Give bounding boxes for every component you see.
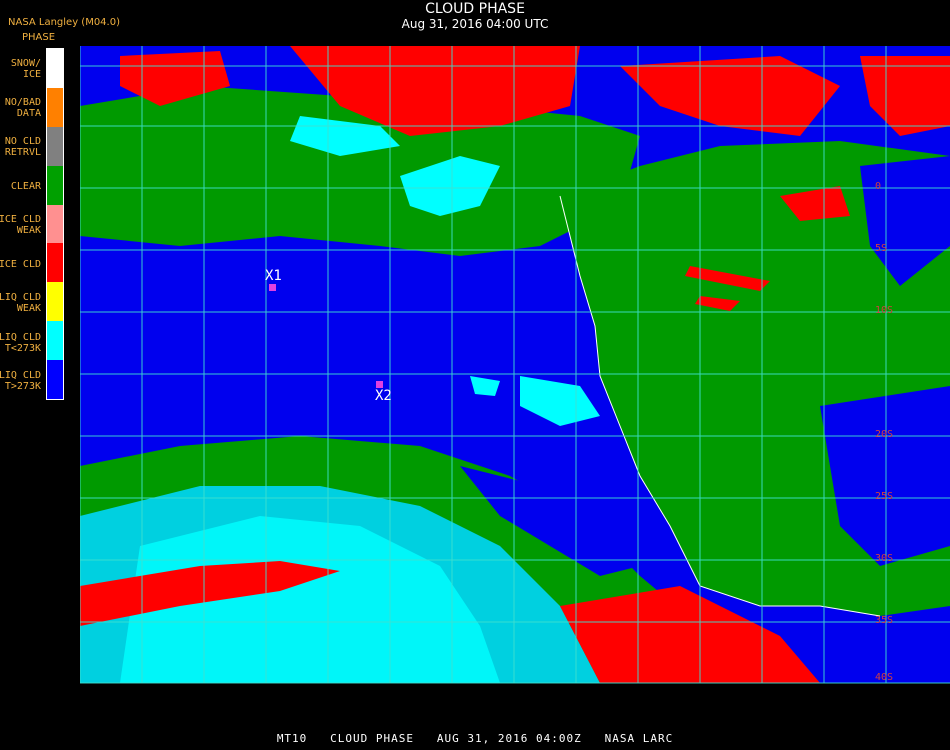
marker-x1-dot: [269, 284, 276, 291]
legend-label-liq-cld-weak: LIQ CLD WEAK: [0, 292, 41, 314]
cloud-phase-map: X1 X2 0 5S 10S 20S 25S 30S 35S 40S: [80, 46, 950, 726]
legend-swatch-2: [47, 126, 63, 166]
legend-title: PHASE: [22, 32, 56, 43]
lat-label-0: 0: [875, 181, 882, 192]
marker-x2-dot: [376, 381, 383, 388]
lat-label-10s: 10S: [875, 305, 894, 316]
lat-label-35s: 35S: [875, 615, 894, 626]
legend-swatch-6: [47, 282, 63, 322]
legend-swatch-1: [47, 87, 63, 127]
legend-swatch-0: [47, 49, 63, 88]
legend-colorbar: [46, 48, 64, 400]
legend-swatch-8: [47, 360, 63, 400]
chart-subtitle: Aug 31, 2016 04:00 UTC: [401, 17, 549, 31]
legend-label-liq-cld-warm: LIQ CLD T>273K: [0, 370, 41, 392]
legend-label-no-cld-retrvl: NO CLD RETRVL: [4, 136, 41, 158]
map-bottom-band: [80, 683, 950, 726]
marker-x2-label: X2: [375, 388, 392, 404]
lat-label-5s: 5S: [875, 243, 888, 254]
footer-caption: MT10 CLOUD PHASE AUG 31, 2016 04:00Z NAS…: [276, 732, 674, 745]
map-svg: [80, 46, 950, 726]
legend-swatch-7: [47, 321, 63, 361]
legend-label-clear: CLEAR: [10, 181, 41, 192]
legend-label-snow-ice: SNOW/ ICE: [10, 58, 41, 80]
legend-label-liq-cld-cold: LIQ CLD T<273K: [0, 332, 41, 354]
legend-swatch-5: [47, 243, 63, 283]
legend-label-ice-cld: ICE CLD: [0, 259, 41, 270]
provider-label: NASA Langley (M04.0): [8, 17, 120, 28]
marker-x1-label: X1: [265, 268, 282, 284]
legend-label-no-bad-data: NO/BAD DATA: [4, 97, 41, 119]
lat-label-20s: 20S: [875, 429, 894, 440]
chart-title: CLOUD PHASE: [425, 1, 525, 17]
legend-swatch-4: [47, 204, 63, 244]
legend-swatch-3: [47, 165, 63, 205]
lat-label-30s: 30S: [875, 553, 894, 564]
legend-label-ice-cld-weak: ICE CLD WEAK: [0, 214, 41, 236]
lat-label-40s: 40S: [875, 672, 894, 683]
lat-label-25s: 25S: [875, 491, 894, 502]
